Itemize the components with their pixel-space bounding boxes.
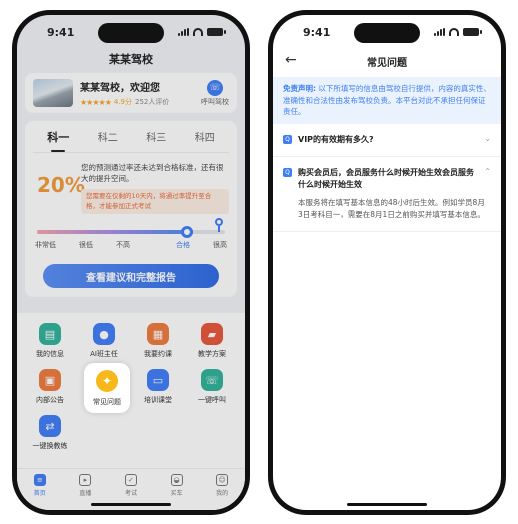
wifi-icon: [449, 28, 459, 36]
status-bar: 9:41: [273, 15, 501, 49]
question-icon: Q: [283, 134, 292, 144]
school-photo: [33, 79, 73, 107]
pass-level-scale: 非常低 很低 不高 合格 很高: [35, 240, 227, 250]
chevron-up-icon: ⌃: [484, 166, 491, 176]
phone-frame-left: 9:41 某某驾校 某某驾校，欢迎您 ★★★★★ 4.9分 252人评价 ☏ 呼…: [12, 10, 250, 515]
home-indicator: [91, 503, 171, 506]
folder-icon: ▰: [201, 323, 223, 345]
lightbulb-icon: ✦: [96, 369, 118, 392]
faq-shortcut-label: 常见问题: [93, 397, 121, 406]
home-icon: ≡: [33, 474, 46, 486]
battery-icon: [207, 28, 226, 36]
feature-item[interactable]: ☏ 一键呼叫: [185, 369, 239, 405]
disclaimer-banner: 免责声明: 以下所填写的信息由驾校自行提供，内容的真实性、准确性和合法性由发布驾…: [273, 77, 501, 124]
dynamic-island: [354, 23, 420, 43]
feature-item[interactable]: ▭ 培训课堂: [131, 369, 185, 405]
feature-item[interactable]: ▣ 内部公告: [23, 369, 77, 405]
exam-icon: ✓: [124, 474, 137, 486]
feature-label: 教学方案: [198, 350, 226, 358]
calendar-icon: ▦: [147, 323, 169, 345]
person-icon: ●: [93, 323, 115, 345]
feature-label: 一键呼叫: [198, 396, 226, 404]
profile-icon: ☺: [216, 474, 229, 486]
feature-label: 内部公告: [36, 396, 64, 404]
tab-subject-2[interactable]: 科二: [94, 127, 122, 147]
level-label: 很高: [213, 241, 227, 250]
monitor-icon: ▭: [147, 369, 169, 391]
person-swap-icon: ⇄: [39, 415, 61, 437]
view-report-button[interactable]: 查看建议和完整报告: [43, 264, 219, 289]
phone-frame-right: 9:41 ← 常见问题 免责声明: 以下所填写的信息由驾校自行提供，内容的真实性…: [268, 10, 506, 515]
feature-label: 一键换教练: [32, 442, 68, 450]
faq-item[interactable]: Q 购买会员后，会员服务什么时候开始生效会员服务什么时候开始生效 ⌃ 本服务将在…: [273, 157, 501, 232]
tab-live[interactable]: ▸ 直播: [79, 474, 91, 510]
pass-rate-description: 您的预测通过率还未达到合格标准，还有很大的提升空间。: [81, 163, 224, 183]
feature-label: AI班主任: [90, 350, 118, 358]
rating-score: 4.9分: [113, 98, 132, 106]
phone-icon: ☏: [201, 369, 223, 391]
progress-fill: [37, 230, 188, 235]
exam-prediction-card: 科一 科二 科三 科四 20% 您的预测通过率还未达到合格标准，还有很大的提升空…: [25, 121, 237, 297]
target-pin-icon: [215, 218, 223, 233]
signal-icon: [434, 28, 445, 36]
feature-item[interactable]: ▰ 教学方案: [185, 323, 239, 359]
tab-home[interactable]: ≡ 首页: [33, 474, 46, 510]
tab-subject-1[interactable]: 科一: [43, 127, 73, 147]
progress-knob: [181, 226, 194, 239]
level-label: 很低: [79, 241, 93, 250]
question-icon: Q: [283, 167, 292, 177]
nav-bar: ← 常见问题: [273, 49, 501, 73]
pass-rate-warning: 您需要在仅剩的10天内，将通过率提升至合格，才能参加正式考试: [81, 188, 229, 215]
faq-screen: 9:41 ← 常见问题 免责声明: 以下所填写的信息由驾校自行提供，内容的真实性…: [273, 15, 501, 510]
chevron-down-icon: ⌄: [484, 133, 491, 143]
level-label-pass: 合格: [176, 241, 190, 250]
faq-question: VIP的有效期有多久?: [298, 134, 374, 144]
faq-item[interactable]: Q VIP的有效期有多久? ⌄: [273, 124, 501, 157]
battery-icon: [463, 28, 482, 36]
feature-item[interactable]: ⇄ 一键换教练: [23, 415, 77, 451]
tab-profile[interactable]: ☺ 我的: [216, 474, 228, 510]
faq-answer: 本服务将在填写基本信息的48小时后生效。例如学员8月3日考科目一，需要在8月1日…: [298, 197, 485, 219]
id-card-icon: ▤: [39, 323, 61, 345]
call-school-button[interactable]: ☏ 呼叫驾校: [201, 79, 229, 107]
car-icon: ◒: [170, 474, 183, 486]
feature-grid: ▤ 我的信息 ● AI班主任 ▦ 我要约课 ▰ 教学方案 ▣ 内部公告 ✦ 常见问题 ▭ 培训课堂 ☏ 一键呼…: [17, 313, 245, 473]
rating-stars-icon: ★★★★★: [80, 97, 112, 107]
status-time: 9:41: [303, 25, 331, 39]
pass-rate-progress-bar: [37, 218, 225, 239]
school-name: 某某驾校，欢迎您: [80, 83, 160, 94]
phone-icon: ☏: [207, 79, 223, 96]
home-indicator: [347, 503, 427, 506]
call-school-label: 呼叫驾校: [201, 97, 229, 106]
page-title: 某某驾校: [109, 53, 153, 66]
tab-buy-car[interactable]: ◒ 买车: [170, 474, 183, 510]
tab-subject-3[interactable]: 科三: [142, 127, 170, 147]
tab-subject-4[interactable]: 科四: [191, 127, 219, 147]
wifi-icon: [193, 28, 203, 36]
home-screen: 9:41 某某驾校 某某驾校，欢迎您 ★★★★★ 4.9分 252人评价 ☏ 呼…: [17, 15, 245, 510]
signal-icon: [178, 28, 189, 36]
feature-item[interactable]: ▦ 我要约课: [131, 323, 185, 359]
school-card[interactable]: 某某驾校，欢迎您 ★★★★★ 4.9分 252人评价 ☏ 呼叫驾校: [25, 73, 237, 113]
live-icon: ▸: [79, 474, 92, 486]
feature-label: 我的信息: [36, 350, 64, 358]
briefcase-icon: ▣: [39, 369, 61, 391]
page-title: 常见问题: [367, 57, 407, 69]
level-label: 不高: [116, 241, 130, 250]
subject-tabs: 科一 科二 科三 科四: [33, 127, 229, 153]
review-count: 252人评价: [135, 98, 170, 106]
feature-item[interactable]: ● AI班主任: [77, 323, 131, 359]
status-bar: 9:41: [17, 15, 245, 49]
level-label: 非常低: [35, 241, 56, 250]
feature-item[interactable]: ▤ 我的信息: [23, 323, 77, 359]
status-time: 9:41: [47, 25, 75, 39]
dynamic-island: [98, 23, 164, 43]
faq-shortcut-highlight[interactable]: ✦ 常见问题: [84, 363, 130, 413]
feature-label: 培训课堂: [144, 396, 172, 404]
back-arrow-icon[interactable]: ←: [285, 52, 297, 68]
feature-label: 我要约课: [144, 350, 172, 358]
disclaimer-label: 免责声明:: [283, 84, 316, 93]
faq-question: 购买会员后，会员服务什么时候开始生效会员服务什么时候开始生效: [298, 167, 474, 189]
pass-rate-value: 20%: [37, 173, 85, 197]
